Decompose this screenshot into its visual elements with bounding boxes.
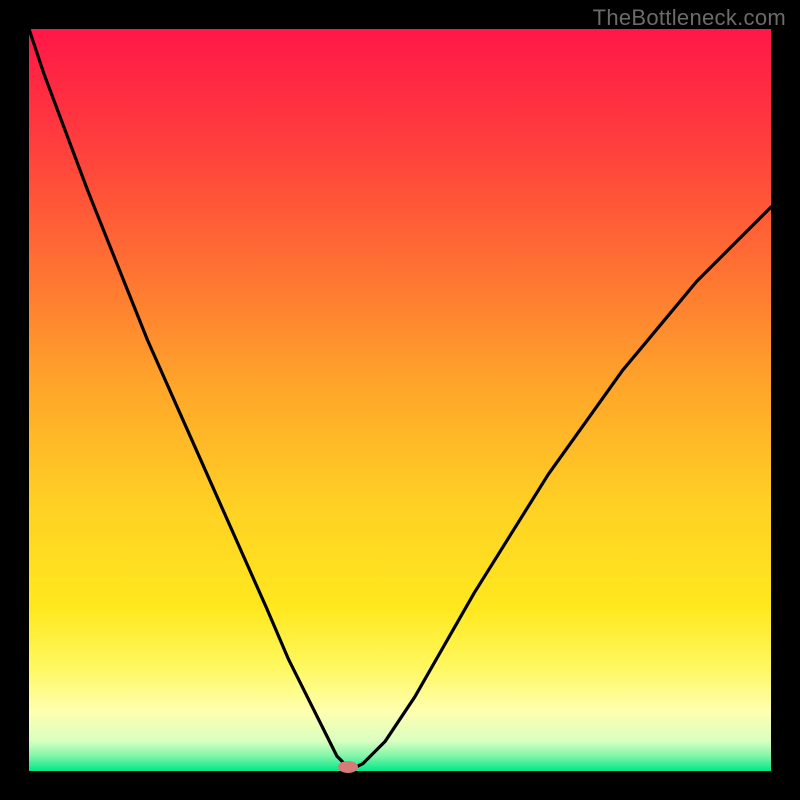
optimal-point-marker bbox=[338, 761, 358, 773]
bottleneck-curve bbox=[29, 29, 771, 771]
watermark-text: TheBottleneck.com bbox=[593, 5, 786, 31]
plot-area bbox=[29, 29, 771, 771]
